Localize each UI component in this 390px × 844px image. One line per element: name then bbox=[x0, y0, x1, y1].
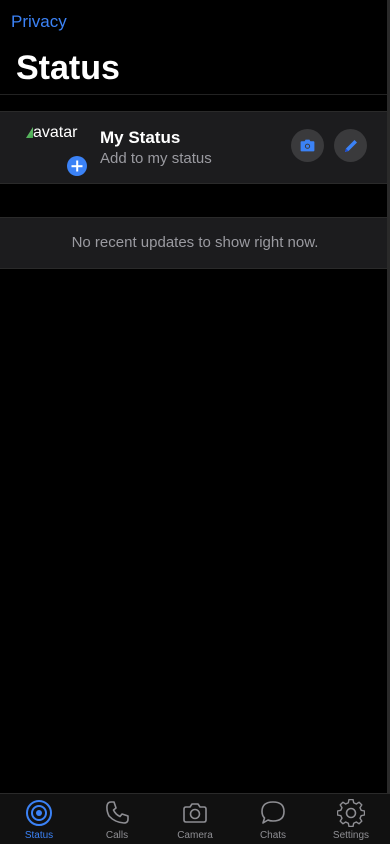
camera-icon bbox=[183, 803, 207, 823]
my-status-title: My Status bbox=[100, 128, 181, 147]
my-status-row[interactable]: avatar My Status Add to my status bbox=[0, 111, 387, 184]
add-status-badge[interactable] bbox=[67, 156, 87, 176]
tab-label-calls: Calls bbox=[105, 830, 129, 841]
tab-label-settings: Settings bbox=[332, 830, 370, 841]
pencil-icon bbox=[344, 139, 357, 152]
tab-bar: Status Calls Camera Chats Settings bbox=[0, 793, 390, 844]
text-status-button[interactable] bbox=[334, 129, 367, 162]
tab-chats[interactable]: Chats bbox=[234, 794, 312, 844]
tab-label-chats: Chats bbox=[259, 830, 287, 841]
tab-calls[interactable]: Calls bbox=[78, 794, 156, 844]
tab-status[interactable]: Status bbox=[0, 794, 78, 844]
empty-updates-message: No recent updates to show right now. bbox=[71, 234, 319, 251]
tab-label-camera: Camera bbox=[177, 830, 213, 841]
tab-camera[interactable]: Camera bbox=[156, 794, 234, 844]
chat-bubble-icon bbox=[261, 801, 285, 824]
tab-settings[interactable]: Settings bbox=[312, 794, 390, 844]
recent-updates-panel: No recent updates to show right now. bbox=[0, 217, 387, 269]
avatar-container[interactable]: avatar bbox=[26, 122, 87, 178]
privacy-link[interactable]: Privacy bbox=[11, 12, 67, 32]
avatar-alt-text: avatar bbox=[33, 124, 78, 141]
phone-icon bbox=[106, 801, 129, 824]
broken-image-icon bbox=[26, 127, 33, 138]
my-status-subtitle: Add to my status bbox=[100, 150, 212, 167]
gear-icon bbox=[337, 799, 365, 827]
page-title: Status bbox=[16, 49, 120, 87]
status-ring-icon bbox=[26, 800, 52, 826]
camera-status-button[interactable] bbox=[291, 129, 324, 162]
tab-label-status: Status bbox=[24, 830, 54, 841]
title-divider bbox=[0, 94, 387, 95]
camera-icon bbox=[300, 139, 315, 152]
